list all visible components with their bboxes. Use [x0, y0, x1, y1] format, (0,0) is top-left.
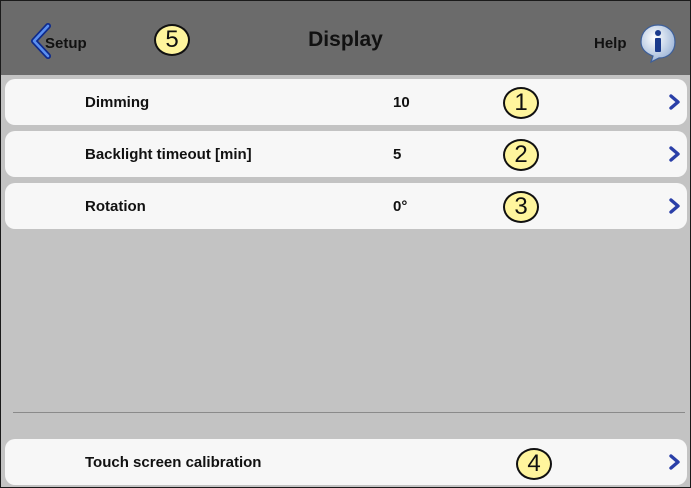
touch-calibration-row[interactable]: Touch screen calibration: [5, 439, 687, 485]
setting-row-dimming[interactable]: Dimming 10: [5, 79, 687, 125]
setting-row-rotation[interactable]: Rotation 0°: [5, 183, 687, 229]
row-value: 5: [393, 146, 402, 163]
row-value: 10: [393, 94, 410, 111]
header-bar: Setup 5 Display Help: [1, 1, 690, 75]
callout-badge-1: 1: [503, 87, 539, 119]
callout-badge-4: 4: [516, 448, 552, 480]
chevron-right-icon: [669, 454, 680, 470]
help-label: Help: [594, 35, 627, 52]
row-label: Dimming: [85, 94, 150, 111]
help-button[interactable]: Help: [588, 23, 684, 63]
display-screen: Setup 5 Display Help Dimming 10 1 Backli…: [0, 0, 691, 488]
row-label: Touch screen calibration: [85, 454, 262, 471]
callout-badge-3: 3: [503, 191, 539, 223]
page-title: Display: [308, 28, 383, 51]
row-label: Rotation: [85, 198, 146, 215]
callout-badge-2: 2: [503, 139, 539, 171]
row-value: 0°: [393, 198, 408, 215]
divider: [13, 412, 685, 413]
chevron-right-icon: [669, 146, 680, 162]
info-icon: [640, 24, 676, 63]
chevron-right-icon: [669, 94, 680, 110]
row-label: Backlight timeout [min]: [85, 146, 252, 163]
setting-row-backlight-timeout[interactable]: Backlight timeout [min] 5: [5, 131, 687, 177]
chevron-right-icon: [669, 198, 680, 214]
